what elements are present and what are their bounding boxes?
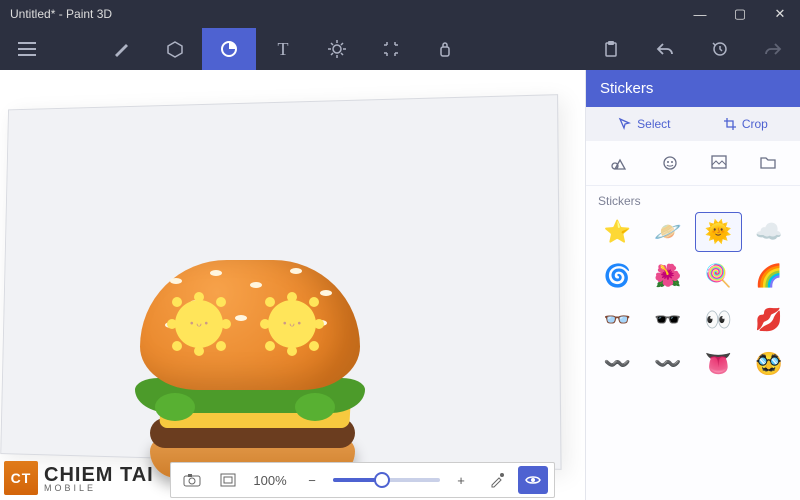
camera-icon[interactable] [177, 466, 207, 494]
bun-top: • ᴗ • • ᴗ • [140, 260, 360, 390]
sticker-star[interactable]: ⭐ [594, 212, 641, 252]
sticker-eyes[interactable]: 👀 [695, 300, 742, 340]
watermark: CT CHIEM TAI MOBILE [4, 461, 154, 495]
sticker-lollipop[interactable]: 🍭 [695, 256, 742, 296]
tool-3d-library[interactable] [418, 28, 472, 70]
undo-button[interactable] [638, 28, 692, 70]
sticker-sunglasses[interactable]: 🕶️ [645, 300, 692, 340]
cat-faces-icon[interactable] [662, 155, 678, 171]
cursor-icon [618, 117, 632, 131]
zoom-in-button[interactable]: + [446, 466, 476, 494]
minimize-button[interactable]: — [680, 0, 720, 28]
tool-effects[interactable] [310, 28, 364, 70]
canvas[interactable]: • ᴗ • • ᴗ • 100% − + [0, 70, 585, 500]
redo-button[interactable] [746, 28, 800, 70]
cat-folder-icon[interactable] [760, 155, 776, 171]
applied-sticker-sun[interactable]: • ᴗ • [175, 300, 223, 348]
tool-brush[interactable] [94, 28, 148, 70]
cat-textures-icon[interactable] [711, 155, 727, 171]
sticker-flower[interactable]: 🌺 [645, 256, 692, 296]
fit-screen-icon[interactable] [213, 466, 243, 494]
sticker-spiral[interactable]: 🌀 [594, 256, 641, 296]
sticker-mustache1[interactable]: 〰️ [594, 344, 641, 384]
crop-icon [723, 117, 737, 131]
main-area: • ᴗ • • ᴗ • 100% − + [0, 70, 800, 500]
watermark-logo: CT [4, 461, 38, 495]
select-tool[interactable]: Select [618, 117, 670, 131]
zoom-label: 100% [249, 473, 291, 488]
panel-tools: Select Crop [586, 107, 800, 141]
eyedropper-icon[interactable] [482, 466, 512, 494]
sticker-sun[interactable]: 🌞 [695, 212, 742, 252]
sticker-rainbow[interactable]: 🌈 [746, 256, 793, 296]
sticker-cloud[interactable]: ☁️ [746, 212, 793, 252]
view-3d-button[interactable] [518, 466, 548, 494]
cat-shapes-icon[interactable] [611, 155, 629, 171]
maximize-button[interactable]: ▢ [720, 0, 760, 28]
sticker-mustache3[interactable]: 🥸 [746, 344, 793, 384]
sticker-mustache2[interactable]: 〰️ [645, 344, 692, 384]
tool-stickers[interactable] [202, 28, 256, 70]
paste-button[interactable] [584, 28, 638, 70]
sticker-tongue[interactable]: 👅 [695, 344, 742, 384]
window-title: Untitled* - Paint 3D [10, 7, 680, 21]
tool-3d-shapes[interactable] [148, 28, 202, 70]
zoom-slider[interactable] [333, 470, 440, 490]
sticker-planet[interactable]: 🪐 [645, 212, 692, 252]
section-label: Stickers [586, 186, 800, 212]
sticker-categories [586, 141, 800, 186]
applied-sticker-sun[interactable]: • ᴗ • [268, 300, 316, 348]
sticker-lips[interactable]: 💋 [746, 300, 793, 340]
main-toolbar: T [0, 28, 800, 70]
select-label: Select [637, 117, 670, 131]
panel-title: Stickers [586, 70, 800, 107]
sticker-grid: ⭐🪐🌞☁️🌀🌺🍭🌈👓🕶️👀💋〰️〰️👅🥸 [586, 212, 800, 394]
tool-text[interactable]: T [256, 28, 310, 70]
sticker-glasses[interactable]: 👓 [594, 300, 641, 340]
close-button[interactable]: ✕ [760, 0, 800, 28]
menu-button[interactable] [0, 28, 54, 70]
zoom-bar: 100% − + [170, 462, 555, 498]
crop-tool[interactable]: Crop [723, 117, 768, 131]
zoom-out-button[interactable]: − [297, 466, 327, 494]
tool-canvas[interactable] [364, 28, 418, 70]
crop-label: Crop [742, 117, 768, 131]
side-panel: Stickers Select Crop Stickers ⭐🪐🌞☁️ 🌀🌺🍭🌈 👓… [585, 70, 800, 500]
history-button[interactable] [692, 28, 746, 70]
title-bar: Untitled* - Paint 3D — ▢ ✕ [0, 0, 800, 28]
